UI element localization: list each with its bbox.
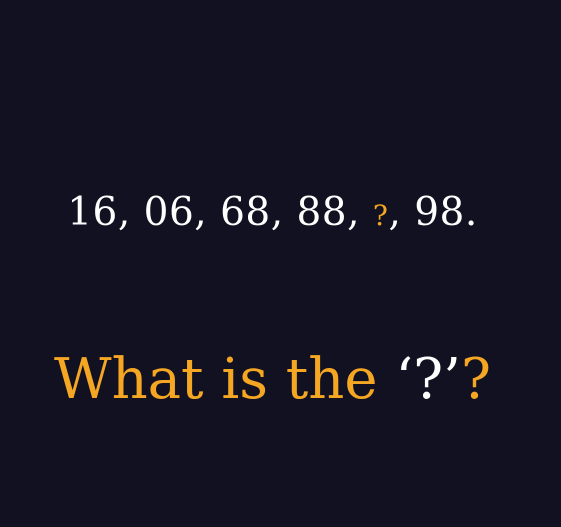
puzzle-canvas: { "puzzle": { "sequence_before": "16, 06… bbox=[0, 0, 561, 527]
number-sequence: 16, 06, 68, 88, ?, 98. bbox=[0, 186, 553, 243]
sequence-numbers-before: 16, 06, 68, 88, bbox=[67, 190, 373, 235]
question-suffix: ? bbox=[460, 347, 491, 412]
missing-number-marker: ? bbox=[372, 199, 389, 232]
question-quoted-mark: ‘?’ bbox=[395, 347, 461, 412]
question-prefix: What is the bbox=[54, 347, 396, 412]
question-text: What is the ‘?’? bbox=[0, 340, 553, 420]
sequence-numbers-after: , 98. bbox=[388, 190, 478, 235]
